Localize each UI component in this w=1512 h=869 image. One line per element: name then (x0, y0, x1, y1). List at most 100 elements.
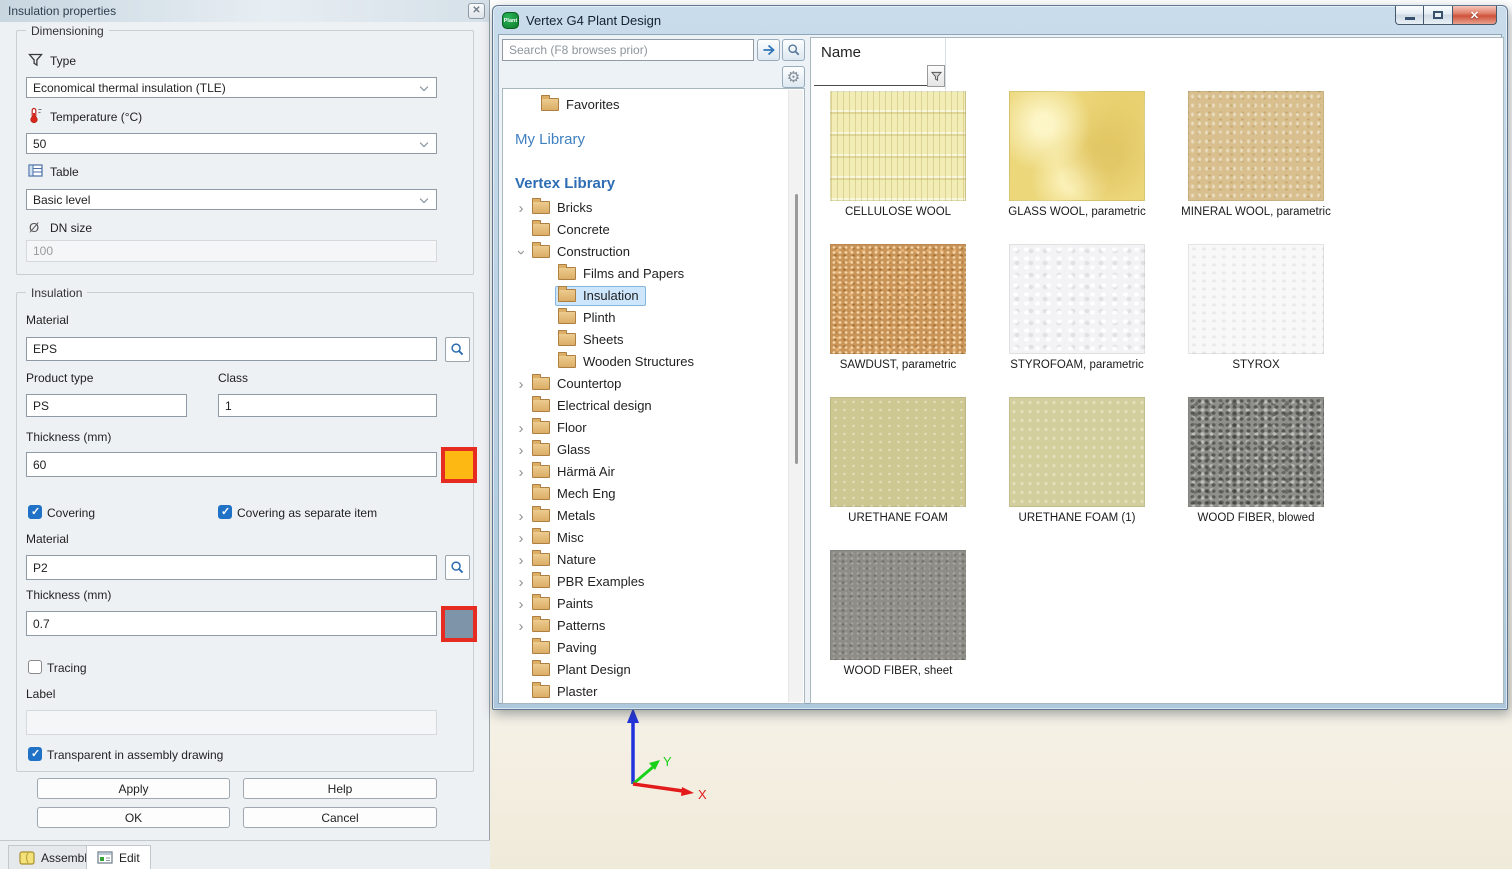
material-thumbnail[interactable] (1188, 244, 1324, 354)
expander-icon[interactable] (513, 597, 529, 612)
material-item[interactable]: SAWDUST, parametric (830, 244, 966, 371)
material-item[interactable]: STYROFOAM, parametric (1009, 244, 1145, 371)
my-library-header[interactable]: My Library (515, 131, 585, 148)
expander-icon[interactable] (513, 619, 529, 634)
column-divider[interactable] (945, 38, 946, 90)
tree-item-h-rm-air[interactable]: Härmä Air (503, 461, 804, 483)
tree-item-plaster[interactable]: Plaster (503, 681, 804, 703)
name-column-header[interactable]: Name (821, 44, 861, 61)
tree-item-paving[interactable]: Paving (503, 637, 804, 659)
material-item[interactable]: WOOD FIBER, sheet (830, 550, 966, 677)
material-thumbnail[interactable] (830, 550, 966, 660)
cancel-button[interactable]: Cancel (243, 807, 437, 828)
expander-icon[interactable] (513, 531, 529, 546)
ok-button[interactable]: OK (37, 807, 230, 828)
expander-icon[interactable] (513, 509, 529, 524)
help-button[interactable]: Help (243, 778, 437, 799)
table-select[interactable]: Basic level (26, 189, 437, 210)
expander-icon[interactable] (513, 443, 529, 458)
material-input[interactable] (26, 337, 437, 361)
search-go-button[interactable] (757, 39, 780, 61)
expander-icon[interactable] (513, 421, 529, 436)
tree-item-plant-design[interactable]: Plant Design (503, 659, 804, 681)
tree-item-glass[interactable]: Glass (503, 439, 804, 461)
tab-edit[interactable]: Edit (86, 845, 151, 869)
vertex-library-header[interactable]: Vertex Library (515, 175, 615, 192)
covering-color-button[interactable] (441, 606, 477, 642)
tree-item-bricks[interactable]: Bricks (503, 197, 804, 219)
type-select[interactable]: Economical thermal insulation (TLE) (26, 77, 437, 98)
material-thumbnail[interactable] (1009, 244, 1145, 354)
tree-item-wooden-structures[interactable]: Wooden Structures (503, 351, 804, 373)
expander-icon[interactable] (513, 201, 529, 216)
tree-item-body: Misc (529, 528, 591, 548)
name-filter-input[interactable] (814, 65, 927, 86)
tree-scrollbar-thumb[interactable] (795, 194, 798, 464)
dialog-close-button[interactable]: ✕ (468, 3, 485, 19)
tree-item-metals[interactable]: Metals (503, 505, 804, 527)
expander-icon[interactable] (513, 245, 529, 260)
close-button[interactable]: ✕ (1452, 6, 1497, 25)
minimize-button[interactable] (1395, 6, 1424, 25)
covering-checkbox[interactable] (28, 505, 42, 519)
tree-item-body: Sheets (555, 330, 630, 350)
expander-icon[interactable] (513, 575, 529, 590)
expander-icon[interactable] (513, 377, 529, 392)
temperature-select[interactable]: 50 (26, 133, 437, 154)
search-input[interactable] (502, 39, 754, 61)
material-item[interactable]: WOOD FIBER, blowed (1188, 397, 1324, 524)
tree-item-countertop[interactable]: Countertop (503, 373, 804, 395)
transparent-checkbox[interactable] (28, 747, 42, 761)
search-button[interactable] (782, 39, 805, 61)
covering-material-input[interactable] (26, 555, 437, 580)
tree-item-mech-eng[interactable]: Mech Eng (503, 483, 804, 505)
tree-item-pbr-examples[interactable]: PBR Examples (503, 571, 804, 593)
tree-item-patterns[interactable]: Patterns (503, 615, 804, 637)
tree-item-paints[interactable]: Paints (503, 593, 804, 615)
tree-scrollbar[interactable] (788, 90, 803, 702)
material-thumbnail[interactable] (830, 397, 966, 507)
material-item[interactable]: CELLULOSE WOOL (830, 91, 966, 218)
material-thumbnail[interactable] (1009, 397, 1145, 507)
material-search-button[interactable] (445, 337, 470, 362)
thickness-input[interactable] (26, 452, 437, 477)
material-thumbnail[interactable] (830, 244, 966, 354)
tree-item-concrete[interactable]: Concrete (503, 219, 804, 241)
maximize-button[interactable] (1424, 6, 1452, 25)
material-item[interactable]: URETHANE FOAM (830, 397, 966, 524)
tree-item-nature[interactable]: Nature (503, 549, 804, 571)
insulation-color-button[interactable] (441, 447, 477, 483)
filter-button[interactable] (927, 65, 945, 87)
material-thumbnail[interactable] (830, 91, 966, 201)
tree-item-construction[interactable]: Construction (503, 241, 804, 263)
expander-icon[interactable] (513, 553, 529, 568)
product-type-input[interactable] (26, 394, 187, 417)
settings-button[interactable]: ⚙ (782, 66, 805, 88)
material-thumbnail[interactable] (1188, 397, 1324, 507)
class-input[interactable] (218, 394, 437, 417)
material-item[interactable]: STYROX (1188, 244, 1324, 371)
apply-button[interactable]: Apply (37, 778, 230, 799)
tree-item-misc[interactable]: Misc (503, 527, 804, 549)
dn-size-input[interactable] (26, 240, 437, 262)
tree-item-sheets[interactable]: Sheets (503, 329, 804, 351)
covering-separate-checkbox[interactable] (218, 505, 232, 519)
tree-item-floor[interactable]: Floor (503, 417, 804, 439)
material-thumbnail[interactable] (1188, 91, 1324, 201)
tree-item-plinth[interactable]: Plinth (503, 307, 804, 329)
label-input[interactable] (26, 710, 437, 735)
covering-material-search-button[interactable] (445, 555, 470, 580)
tree-item-insulation[interactable]: Insulation (503, 285, 804, 307)
material-thumbnail[interactable] (1009, 91, 1145, 201)
material-item[interactable]: URETHANE FOAM (1) (1009, 397, 1145, 524)
tree-item-favorites[interactable]: Favorites (503, 94, 804, 114)
material-name: CELLULOSE WOOL (845, 206, 951, 218)
expander-icon[interactable] (513, 465, 529, 480)
covering-thickness-input[interactable] (26, 611, 437, 636)
material-item[interactable]: GLASS WOOL, parametric (1009, 91, 1145, 218)
window-titlebar[interactable]: Plant Vertex G4 Plant Design ✕ (493, 6, 1507, 34)
tree-item-films-and-papers[interactable]: Films and Papers (503, 263, 804, 285)
tree-item-electrical-design[interactable]: Electrical design (503, 395, 804, 417)
material-item[interactable]: MINERAL WOOL, parametric (1188, 91, 1324, 218)
tracing-checkbox[interactable] (28, 660, 42, 674)
